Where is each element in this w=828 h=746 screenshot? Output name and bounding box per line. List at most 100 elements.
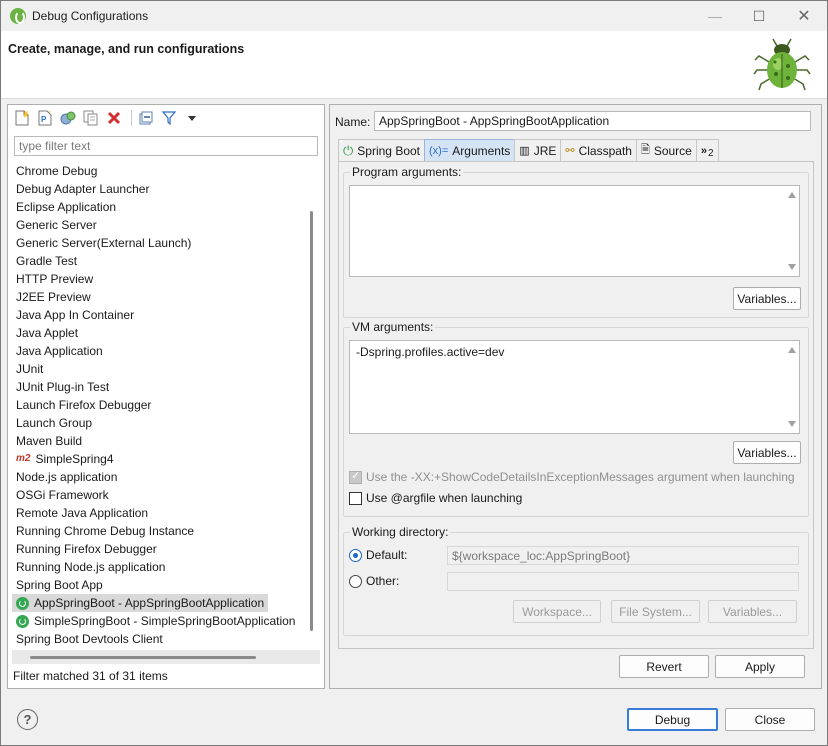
config-tabs: ⏻ Spring Boot (x)= Arguments ▥ JRE ⚯ Classpath 🗎… [338, 139, 814, 161]
tree-item-label: Running Node.js application [16, 560, 166, 574]
tree-item[interactable]: Generic Server [16, 216, 97, 234]
filter-input[interactable]: type filter text [14, 136, 318, 156]
scroll-up-arrow-icon[interactable] [788, 347, 796, 353]
checkbox-box[interactable] [349, 469, 362, 484]
radio-button[interactable] [349, 574, 362, 588]
program-arguments-variables-button[interactable]: Variables... [733, 287, 801, 310]
tree-item-label: JUnit Plug-in Test [16, 380, 110, 394]
tree-item[interactable]: Java App In Container [16, 306, 134, 324]
file-system-button[interactable]: File System... [611, 600, 700, 623]
tab-source[interactable]: 🗎 Source [635, 139, 697, 161]
export-icon[interactable] [58, 108, 78, 128]
tree-item-label: Chrome Debug [16, 164, 98, 178]
tree-item[interactable]: Remote Java Application [16, 504, 148, 522]
view-menu-icon[interactable] [182, 108, 202, 128]
collapse-all-icon[interactable] [136, 108, 156, 128]
vm-arguments-variables-button[interactable]: Variables... [733, 441, 801, 464]
tree-item[interactable]: OSGi Framework [16, 486, 109, 504]
svg-text:P: P [41, 115, 47, 124]
program-arguments-label: Program arguments: [350, 165, 464, 179]
tree-item[interactable]: Eclipse Application [16, 198, 116, 216]
workspace-button[interactable]: Workspace... [513, 600, 601, 623]
tree-item-label: J2EE Preview [16, 290, 91, 304]
tab-arguments[interactable]: (x)= Arguments [424, 139, 516, 161]
maven-m2-icon: m2 [16, 453, 31, 464]
tree-item[interactable]: Spring Boot App [16, 576, 103, 594]
tree-item[interactable]: SimpleSpringBoot - SimpleSpringBootAppli… [16, 612, 295, 630]
default-radio[interactable]: Default: [349, 548, 407, 562]
configuration-editor-panel: Name: AppSpringBoot - AppSpringBootAppli… [329, 104, 822, 689]
help-icon[interactable]: ? [17, 709, 38, 730]
overflow-icon: » [700, 144, 707, 157]
tree-item[interactable]: Spring Boot Devtools Client [16, 630, 163, 648]
tab-label: Arguments [452, 143, 511, 158]
tree-item[interactable]: Launch Firefox Debugger [16, 396, 151, 414]
radio-button[interactable] [349, 548, 362, 562]
arguments-tab-body: Program arguments: Variables... VM argum… [338, 161, 814, 649]
tab-classpath[interactable]: ⚯ Classpath [560, 139, 637, 161]
debug-configurations-window: Debug Configurations — ☐ ✕ Create, manag… [0, 0, 828, 746]
duplicate-icon[interactable] [81, 108, 101, 128]
window-title: Debug Configurations [32, 9, 149, 23]
tree-item-label: Eclipse Application [16, 200, 117, 214]
tree-item[interactable]: J2EE Preview [16, 288, 91, 306]
tree-item-label: Launch Group [16, 416, 93, 430]
close-window-button[interactable]: ✕ [782, 1, 826, 31]
argfile-checkbox[interactable]: Use @argfile when launching [349, 491, 522, 505]
tree-item[interactable]: Node.js application [16, 468, 117, 486]
checkbox-box[interactable] [349, 491, 362, 505]
name-field[interactable]: AppSpringBoot - AppSpringBootApplication [374, 111, 811, 131]
spring-boot-icon [16, 596, 29, 610]
tree-item[interactable]: m2 SimpleSpring4 [16, 450, 114, 468]
new-config-icon[interactable] [12, 108, 32, 128]
program-arguments-scrollbar[interactable] [785, 186, 799, 276]
minimize-button[interactable]: — [693, 1, 737, 31]
tree-item[interactable]: Running Node.js application [16, 558, 165, 576]
tree-item[interactable]: Maven Build [16, 432, 82, 450]
scroll-up-arrow-icon[interactable] [788, 192, 796, 198]
tree-item[interactable]: HTTP Preview [16, 270, 93, 288]
name-label: Name: [335, 115, 371, 129]
vertical-scrollbar[interactable] [310, 211, 313, 631]
tree-item[interactable]: Gradle Test [16, 252, 77, 270]
tab-2[interactable]: » 2 [695, 139, 719, 161]
tree-item[interactable]: Generic Server(External Launch) [16, 234, 191, 252]
other-directory-field[interactable] [447, 572, 799, 591]
tree-item[interactable]: JUnit [16, 360, 43, 378]
tab-jre[interactable]: ▥ JRE [514, 139, 562, 161]
argfile-label: Use @argfile when launching [366, 491, 523, 505]
classpath-icon: ⚯ [565, 145, 575, 157]
maximize-button[interactable]: ☐ [737, 1, 781, 31]
tree-item[interactable]: JUnit Plug-in Test [16, 378, 109, 396]
tree-item[interactable]: Running Firefox Debugger [16, 540, 157, 558]
horizontal-scrollbar[interactable] [30, 656, 256, 659]
apply-button[interactable]: Apply [715, 655, 805, 678]
tree-item-label: Launch Firefox Debugger [16, 398, 152, 412]
tab-spring-boot[interactable]: ⏻ Spring Boot [338, 139, 426, 161]
tree-item[interactable]: Java Applet [16, 324, 78, 342]
revert-button[interactable]: Revert [619, 655, 709, 678]
source-icon: 🗎 [640, 144, 650, 156]
vm-arguments-textarea[interactable]: -Dspring.profiles.active=dev [349, 340, 800, 434]
tree-item[interactable]: Java Application [16, 342, 103, 360]
tree-item[interactable]: AppSpringBoot - AppSpringBootApplication [12, 594, 269, 612]
tree-item[interactable]: Running Chrome Debug Instance [16, 522, 194, 540]
tree-item[interactable]: Chrome Debug [16, 162, 97, 180]
debug-button[interactable]: Debug [627, 708, 718, 731]
delete-icon[interactable] [104, 108, 124, 128]
close-button[interactable]: Close [725, 708, 815, 731]
new-prototype-icon[interactable]: P [35, 108, 55, 128]
other-radio[interactable]: Other: [349, 574, 399, 588]
working-directory-variables-button[interactable]: Variables... [708, 600, 797, 623]
program-arguments-textarea[interactable] [349, 185, 800, 277]
program-arguments-group: Program arguments: Variables... [343, 165, 809, 318]
tree-item[interactable]: Debug Adapter Launcher [16, 180, 149, 198]
spring-icon: ⏻ [343, 142, 354, 158]
filter-icon[interactable] [159, 108, 179, 128]
scroll-down-arrow-icon[interactable] [788, 421, 796, 427]
show-code-details-checkbox[interactable]: Use the -XX:+ShowCodeDetailsInExceptionM… [349, 469, 795, 484]
tree-item[interactable]: Launch Group [16, 414, 92, 432]
scroll-down-arrow-icon[interactable] [788, 264, 796, 270]
vm-arguments-scrollbar[interactable] [785, 341, 799, 433]
default-directory-field: ${workspace_loc:AppSpringBoot} [447, 546, 799, 565]
